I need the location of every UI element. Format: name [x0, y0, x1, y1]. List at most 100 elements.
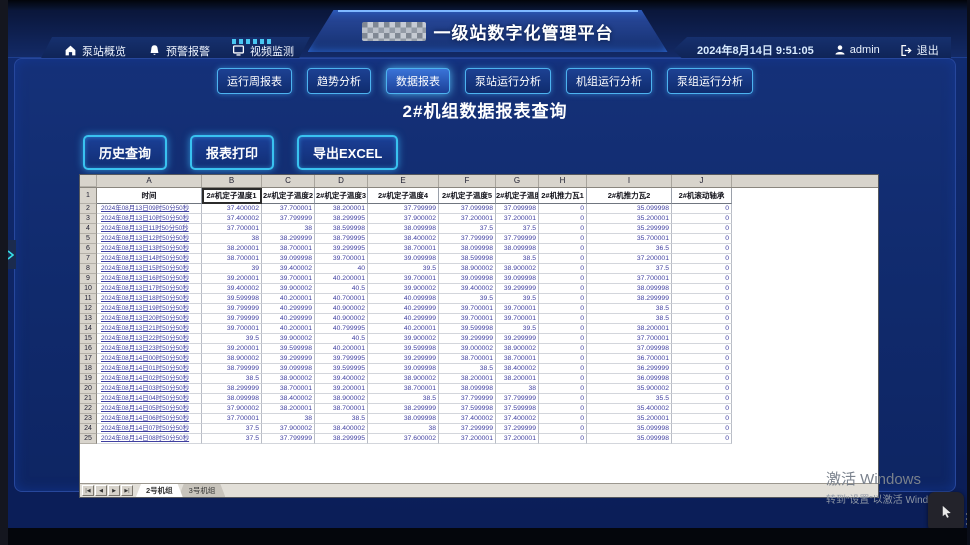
cell-value[interactable]: 39.799999: [202, 304, 262, 314]
cell-value[interactable]: 38.200001: [496, 374, 539, 384]
cell-value[interactable]: 40.200001: [315, 344, 368, 354]
cell-value[interactable]: 0: [539, 434, 587, 444]
cell-value[interactable]: 35.5: [587, 394, 672, 404]
cell-value[interactable]: 35.700001: [587, 234, 672, 244]
row-number[interactable]: 7: [80, 254, 97, 264]
cell-value[interactable]: 38.5: [439, 364, 496, 374]
header-cell[interactable]: 2#机定子温度1: [202, 188, 262, 204]
cell-value[interactable]: 38: [368, 424, 439, 434]
header-cell[interactable]: 2#机滚动轴承: [672, 188, 732, 204]
cell-value[interactable]: 38.700001: [439, 354, 496, 364]
report-tab[interactable]: 机组运行分析: [566, 68, 652, 94]
cell-value[interactable]: 39.099998: [262, 254, 315, 264]
cell-value[interactable]: 35.400002: [587, 404, 672, 414]
cell-value[interactable]: 37.5: [202, 434, 262, 444]
cell-value[interactable]: 0: [672, 294, 732, 304]
column-letter[interactable]: H: [539, 175, 587, 187]
cell-value[interactable]: 40.5: [315, 284, 368, 294]
header-cell[interactable]: 2#机推力瓦1: [539, 188, 587, 204]
column-letter[interactable]: B: [202, 175, 262, 187]
cell-value[interactable]: 40.299999: [368, 304, 439, 314]
cell-value[interactable]: 38.599998: [315, 224, 368, 234]
cell-value[interactable]: 35.099998: [587, 204, 672, 214]
cell-value[interactable]: 39.700001: [439, 314, 496, 324]
header-cell[interactable]: 2#机定子温度2: [262, 188, 315, 204]
cell-value[interactable]: 38.200001: [439, 374, 496, 384]
cell-value[interactable]: 39.5: [368, 264, 439, 274]
header-cell[interactable]: 2#机定子温度6: [496, 188, 539, 204]
cell-value[interactable]: 39.000002: [439, 344, 496, 354]
cell-value[interactable]: 37.200001: [496, 434, 539, 444]
cell-value[interactable]: 0: [539, 274, 587, 284]
cell-value[interactable]: 39.900002: [262, 334, 315, 344]
cell-value[interactable]: 0: [539, 364, 587, 374]
cell-value[interactable]: 0: [672, 254, 732, 264]
cell-time[interactable]: 2024年08月13日10时50分50秒: [97, 214, 202, 224]
cell-value[interactable]: 39.700001: [368, 274, 439, 284]
cell-value[interactable]: 38.099998: [202, 394, 262, 404]
cell-value[interactable]: 39.900002: [368, 334, 439, 344]
cell-value[interactable]: 39.299999: [439, 334, 496, 344]
cell-value[interactable]: 38.099998: [368, 414, 439, 424]
row-number[interactable]: 21: [80, 394, 97, 404]
cell-value[interactable]: 0: [672, 314, 732, 324]
cell-value[interactable]: 39.700001: [496, 314, 539, 324]
cell-value[interactable]: 38.900002: [439, 264, 496, 274]
cell-time[interactable]: 2024年08月13日11时50分50秒: [97, 224, 202, 234]
row-number[interactable]: 14: [80, 324, 97, 334]
row-number[interactable]: 8: [80, 264, 97, 274]
cell-value[interactable]: 0: [672, 414, 732, 424]
cell-value[interactable]: 0: [539, 314, 587, 324]
cell-value[interactable]: 37.5: [439, 224, 496, 234]
cell-value[interactable]: 37.5: [202, 424, 262, 434]
cell-value[interactable]: 37.400002: [202, 204, 262, 214]
cell-value[interactable]: 39.599998: [262, 344, 315, 354]
cell-value[interactable]: 39.299995: [315, 244, 368, 254]
cell-time[interactable]: 2024年08月14日00时50分50秒: [97, 354, 202, 364]
cell-value[interactable]: 40.200001: [315, 274, 368, 284]
cell-value[interactable]: 40.099998: [368, 294, 439, 304]
cell-value[interactable]: 38: [202, 234, 262, 244]
cell-value[interactable]: 0: [539, 204, 587, 214]
cell-value[interactable]: 0: [672, 244, 732, 254]
column-letter[interactable]: E: [368, 175, 439, 187]
cell-value[interactable]: 39.400002: [202, 284, 262, 294]
row-number[interactable]: 23: [80, 414, 97, 424]
cell-value[interactable]: 38.099998: [368, 224, 439, 234]
cell-time[interactable]: 2024年08月13日21时50分50秒: [97, 324, 202, 334]
header-cell[interactable]: 2#机定子温度4: [368, 188, 439, 204]
cell-value[interactable]: 38.099998: [439, 384, 496, 394]
cell-value[interactable]: 0: [539, 264, 587, 274]
action-button[interactable]: 历史查询: [83, 135, 168, 170]
cell-value[interactable]: 0: [539, 374, 587, 384]
cell-value[interactable]: 39.900002: [368, 284, 439, 294]
row-number[interactable]: 25: [80, 434, 97, 444]
cell-value[interactable]: 39.299999: [262, 354, 315, 364]
row-number[interactable]: 10: [80, 284, 97, 294]
cell-value[interactable]: 37.099998: [496, 204, 539, 214]
cell-value[interactable]: 38: [496, 384, 539, 394]
cell-value[interactable]: 38.099998: [587, 284, 672, 294]
cell-value[interactable]: 0: [539, 224, 587, 234]
cell-value[interactable]: 37.700001: [202, 224, 262, 234]
cell-value[interactable]: 0: [672, 234, 732, 244]
cell-value[interactable]: 38.700001: [496, 354, 539, 364]
cell-value[interactable]: 37.700001: [262, 204, 315, 214]
cell-time[interactable]: 2024年08月13日23时50分50秒: [97, 344, 202, 354]
cell-value[interactable]: 0: [672, 224, 732, 234]
column-letter[interactable]: G: [496, 175, 539, 187]
cell-value[interactable]: 40.900002: [315, 314, 368, 324]
cell-value[interactable]: 38.5: [315, 414, 368, 424]
cell-value[interactable]: 37.099998: [587, 344, 672, 354]
cell-value[interactable]: 39.5: [496, 294, 539, 304]
cell-value[interactable]: 0: [672, 204, 732, 214]
cell-value[interactable]: 37.799999: [368, 204, 439, 214]
row-number[interactable]: 19: [80, 374, 97, 384]
cell-value[interactable]: 38.299999: [368, 404, 439, 414]
row-number[interactable]: 9: [80, 274, 97, 284]
cell-value[interactable]: 37.5: [496, 224, 539, 234]
cell-value[interactable]: 0: [672, 304, 732, 314]
cell-value[interactable]: 39.400002: [262, 264, 315, 274]
sheet-tab[interactable]: 3号机组: [179, 484, 226, 497]
cell-value[interactable]: 38.299999: [262, 234, 315, 244]
